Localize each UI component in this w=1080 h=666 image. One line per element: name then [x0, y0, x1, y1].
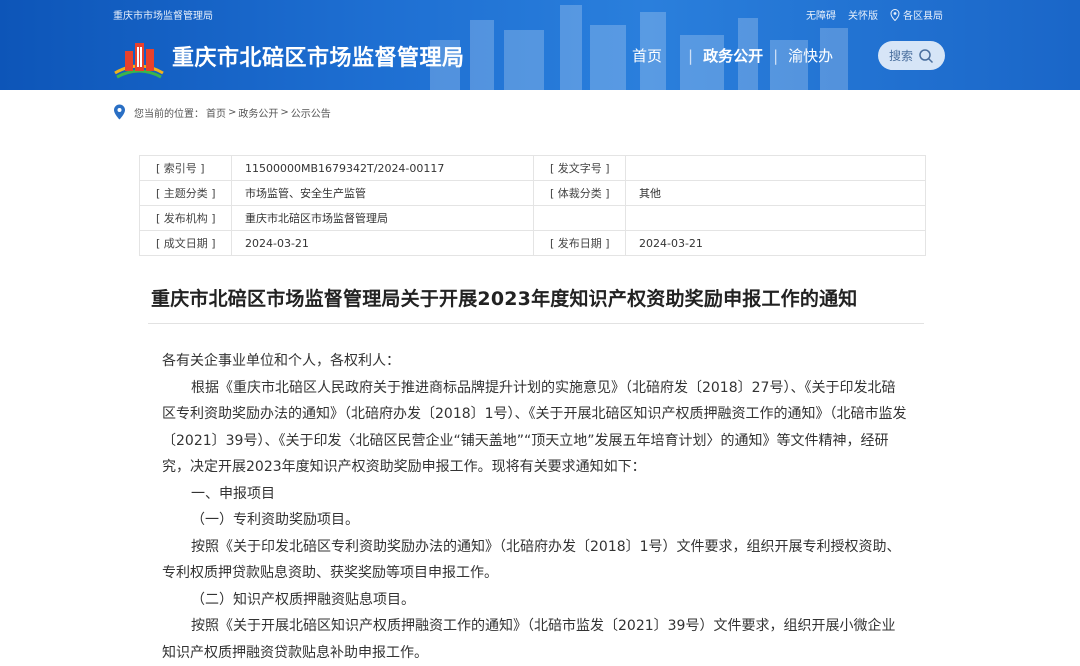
article-paragraph: 根据《重庆市北碚区人民政府关于推进商标品牌提升计划的实施意见》（北碚府发〔201…	[162, 379, 907, 476]
meta-label	[533, 205, 626, 231]
parent-site-link[interactable]: 重庆市市场监督管理局	[113, 7, 213, 22]
district-bureaus-label: 各区县局	[903, 11, 943, 22]
article-paragraph: 一、申报项目	[191, 485, 275, 502]
article-paragraph: 各有关企事业单位和个人，各权利人：	[162, 353, 400, 369]
article-paragraph: （一）专利资助奖励项目。	[191, 512, 359, 528]
site-logo[interactable]	[113, 37, 165, 79]
location-icon	[114, 104, 125, 120]
meta-value: 市场监管、安全生产监管	[231, 180, 534, 206]
table-row: [ 索引号 ] 11500000MB1679342T/2024-00117 [ …	[139, 155, 926, 181]
meta-value	[625, 205, 926, 231]
meta-label: [ 主题分类 ]	[139, 180, 232, 206]
breadcrumb-prefix: 您当前的位置：	[134, 108, 204, 120]
meta-label: [ 成文日期 ]	[139, 230, 232, 256]
site-title[interactable]: 重庆市北碚区市场监督管理局	[172, 40, 465, 72]
title-divider	[148, 323, 924, 324]
nav-yukuaiban[interactable]: 渝快办	[788, 45, 833, 66]
article-paragraph: （二）知识产权质押融资贴息项目。	[191, 591, 415, 608]
meta-value: 2024-03-21	[625, 230, 926, 256]
article-paragraph: 按照《关于开展北碚区知识产权质押融资工作的通知》（北碚市监发〔2021〕39号）…	[162, 618, 896, 661]
search-label: 搜索	[888, 49, 913, 63]
article-paragraph: 按照《关于印发北碚区专利资助奖励办法的通知》（北碚府办发〔2018〕1号）文件要…	[162, 538, 901, 582]
accessibility-link[interactable]: 无障碍	[806, 7, 836, 22]
table-row: [ 成文日期 ] 2024-03-21 [ 发布日期 ] 2024-03-21	[139, 230, 926, 256]
meta-value	[625, 155, 926, 181]
meta-label: [ 体裁分类 ]	[533, 180, 626, 206]
breadcrumb-separator: >	[280, 106, 289, 118]
site-header: 重庆市市场监督管理局 无障碍 关怀版 各区县局 重庆市北碚区市场监督管理局 首页…	[0, 0, 1080, 90]
breadcrumb-home[interactable]: 首页	[206, 105, 226, 120]
breadcrumb-gov-affairs[interactable]: 政务公开	[238, 105, 278, 120]
article-title: 重庆市北碚区市场监督管理局关于开展2023年度知识产权资助奖励申报工作的通知	[151, 288, 858, 310]
breadcrumb-announcements[interactable]: 公示公告	[291, 105, 331, 120]
meta-label: [ 发文字号 ]	[533, 155, 626, 181]
nav-gov-affairs[interactable]: 政务公开	[703, 45, 763, 66]
meta-value: 2024-03-21	[231, 230, 534, 256]
nav-home[interactable]: 首页	[632, 45, 662, 66]
table-row: [ 主题分类 ] 市场监管、安全生产监管 [ 体裁分类 ] 其他	[139, 180, 926, 206]
nav-separator: |	[773, 46, 779, 65]
top-links: 无障碍 关怀版 各区县局	[806, 7, 943, 22]
document-metadata-table: [ 索引号 ] 11500000MB1679342T/2024-00117 [ …	[139, 155, 926, 256]
meta-value: 其他	[625, 180, 926, 206]
district-bureaus-link[interactable]: 各区县局	[890, 7, 943, 22]
search-button[interactable]: 搜索	[878, 41, 945, 70]
search-icon	[919, 48, 934, 63]
meta-label: [ 发布机构 ]	[139, 205, 232, 231]
nav-separator: |	[688, 46, 694, 65]
breadcrumb: 您当前的位置： 首页 > 政务公开 > 公示公告	[113, 104, 333, 120]
main-nav: 首页 | 政务公开 | 渝快办	[632, 45, 833, 66]
breadcrumb-separator: >	[228, 106, 237, 118]
meta-value: 重庆市北碚区市场监督管理局	[231, 205, 534, 231]
care-version-link[interactable]: 关怀版	[848, 7, 878, 22]
meta-label: [ 索引号 ]	[139, 155, 232, 181]
meta-value: 11500000MB1679342T/2024-00117	[231, 155, 534, 181]
table-row: [ 发布机构 ] 重庆市北碚区市场监督管理局	[139, 205, 926, 231]
article-body: 各有关企事业单位和个人，各权利人： 根据《重庆市北碚区人民政府关于推进商标品牌提升…	[162, 348, 907, 666]
meta-label: [ 发布日期 ]	[533, 230, 626, 256]
location-pin-icon	[890, 9, 900, 21]
